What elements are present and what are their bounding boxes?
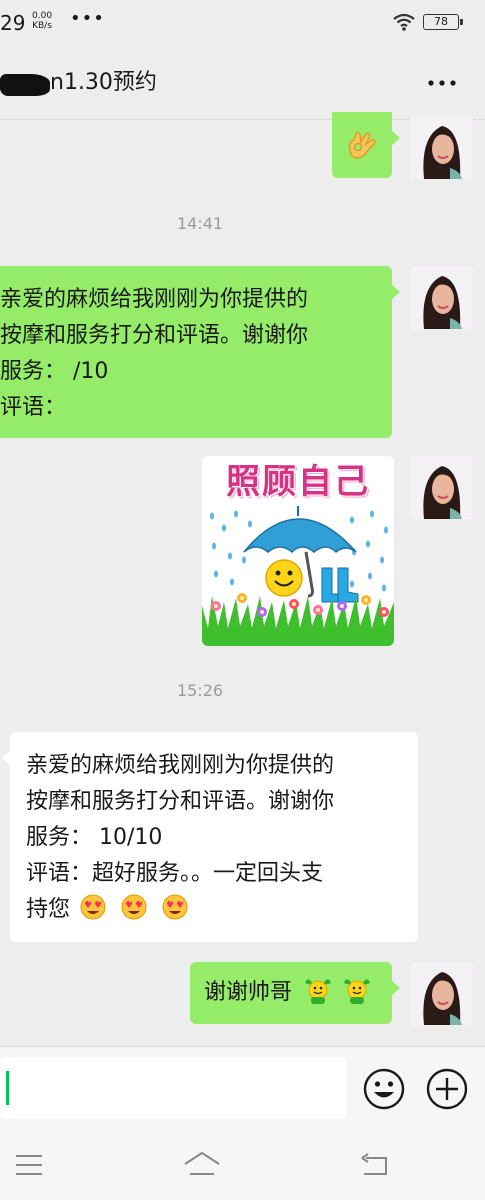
text-cursor <box>6 1071 9 1105</box>
avatar-photo <box>410 266 473 329</box>
battery-indicator: 78 <box>423 14 463 30</box>
status-time: 29 <box>0 11 26 35</box>
chat-header: n1.30预约 <box>0 44 485 120</box>
umbrella-sticker-image <box>202 506 394 646</box>
network-speed-value: 0.00 <box>32 11 53 21</box>
sprout-emoji <box>305 979 332 1004</box>
message-line: 亲爱的麻烦给我刚刚为你提供的 <box>0 287 309 312</box>
ok-hand-emoji <box>348 131 376 159</box>
sticker-message[interactable]: 照顾自己 <box>202 456 394 646</box>
message-line: 按摩和服务打分和评语。谢谢你 <box>0 323 309 348</box>
heart-eyes-emoji <box>162 894 188 920</box>
message-line: 服务： 10/10 <box>26 825 163 850</box>
home-icon[interactable] <box>182 1150 222 1178</box>
timestamp: 15:26 <box>176 681 224 700</box>
plus-icon[interactable] <box>425 1067 469 1111</box>
message-line-text: 持您 <box>26 897 71 922</box>
emoji-icon[interactable] <box>362 1067 406 1111</box>
request-message[interactable]: 亲爱的麻烦给我刚刚为你提供的 按摩和服务打分和评语。谢谢你 服务： /10 评语… <box>0 266 400 438</box>
avatar-photo <box>410 456 473 519</box>
back-icon[interactable] <box>360 1152 390 1180</box>
message-line: 持您 <box>26 892 418 928</box>
wifi-icon <box>393 13 415 31</box>
avatar[interactable] <box>410 266 473 329</box>
heart-eyes-emoji <box>121 894 147 920</box>
more-notifications-icon: ••• <box>70 8 105 29</box>
redacted-name <box>0 74 50 96</box>
avatar-photo <box>410 962 473 1025</box>
heart-eyes-emoji <box>80 894 106 920</box>
message-text: 谢谢帅哥 <box>204 980 293 1005</box>
message-line: 评语： <box>0 395 67 420</box>
more-icon[interactable] <box>425 70 459 96</box>
timestamp: 14:41 <box>176 214 224 233</box>
chat-title: n1.30预约 <box>50 70 157 95</box>
ok-emoji-message[interactable] <box>332 112 400 178</box>
status-bar: 29 0.00 KB/s ••• 78 <box>0 0 485 44</box>
chat-screen: 29 0.00 KB/s ••• 78 n1.30预约 14:41 亲爱的麻烦给… <box>0 0 485 1200</box>
network-speed: 0.00 KB/s <box>32 11 52 31</box>
input-bar <box>0 1046 485 1130</box>
message-line: 按摩和服务打分和评语。谢谢你 <box>26 789 335 814</box>
avatar[interactable] <box>410 456 473 519</box>
thanks-message[interactable]: 谢谢帅哥 <box>190 962 400 1024</box>
system-nav-bar <box>0 1130 485 1200</box>
message-input[interactable] <box>0 1057 346 1119</box>
message-line: 服务： /10 <box>0 359 109 384</box>
avatar[interactable] <box>410 116 473 179</box>
menu-icon[interactable] <box>14 1152 44 1178</box>
sprout-emoji <box>344 979 371 1004</box>
avatar[interactable] <box>410 962 473 1025</box>
message-line: 评语：超好服务。。一定回头支 <box>26 861 324 886</box>
reply-message[interactable]: 亲爱的麻烦给我刚刚为你提供的 按摩和服务打分和评语。谢谢你 服务： 10/10 … <box>2 732 418 942</box>
message-line: 亲爱的麻烦给我刚刚为你提供的 <box>26 753 335 778</box>
avatar-photo <box>410 116 473 179</box>
network-speed-unit: KB/s <box>32 21 52 31</box>
